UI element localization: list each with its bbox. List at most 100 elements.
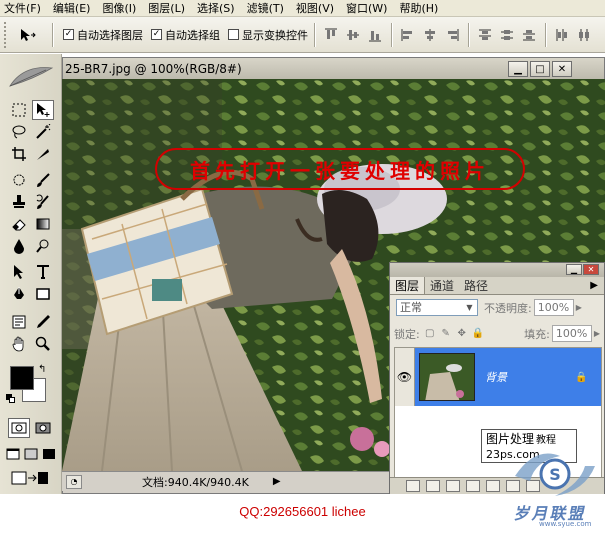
new-group-icon[interactable]: [486, 480, 500, 492]
full-screen-menu-mode-icon[interactable]: [22, 444, 40, 464]
svg-text:S: S: [549, 465, 561, 484]
pen-tool-icon[interactable]: [8, 284, 30, 304]
separator: [52, 22, 53, 47]
lock-image-icon[interactable]: ✎: [440, 328, 452, 340]
close-button[interactable]: ✕: [552, 61, 572, 77]
foreground-color-swatch-top: [10, 366, 34, 390]
crop-tool-icon[interactable]: [8, 144, 30, 164]
status-nav-icon[interactable]: ◔: [66, 474, 82, 489]
distribute-top-icon[interactable]: [475, 25, 495, 45]
maximize-button[interactable]: □: [530, 61, 550, 77]
auto-select-layer-checkbox[interactable]: ✓ 自动选择图层: [63, 27, 143, 43]
lock-transparent-icon[interactable]: ▢: [424, 328, 436, 340]
distribute-bottom-icon[interactable]: [519, 25, 539, 45]
healing-brush-tool-icon[interactable]: [8, 170, 30, 190]
lock-label: 锁定:: [394, 327, 420, 341]
menu-edit[interactable]: 编辑(E): [47, 0, 97, 16]
menu-bar: 文件(F) 编辑(E) 图像(I) 图层(L) 选择(S) 滤镜(T) 视图(V…: [0, 0, 605, 17]
minimize-button[interactable]: ▁: [508, 61, 528, 77]
lock-all-icon[interactable]: 🔒: [472, 328, 484, 340]
align-top-icon[interactable]: [321, 25, 341, 45]
palette-title-bar[interactable]: ▁ ✕: [390, 263, 604, 277]
align-bottom-icon[interactable]: [365, 25, 385, 45]
jump-to-imageready-icon[interactable]: [8, 468, 52, 488]
palette-close-button[interactable]: ✕: [583, 264, 599, 275]
chevron-down-icon: ▼: [466, 303, 473, 312]
blend-mode-value: 正常: [400, 301, 422, 314]
default-colors-icon[interactable]: [6, 394, 16, 404]
document-status-bar: ◔ 文档:940.4K/940.4K ▶: [62, 471, 392, 491]
align-vcenter-icon[interactable]: [343, 25, 363, 45]
menu-view[interactable]: 视图(V): [290, 0, 340, 16]
caption-text: QQ:292656601 lichee: [239, 504, 366, 519]
fill-arrow-icon[interactable]: ▶: [594, 329, 600, 338]
full-screen-mode-icon[interactable]: [40, 444, 58, 464]
menu-file[interactable]: 文件(F): [0, 0, 47, 16]
distribute-vcenter-icon[interactable]: [497, 25, 517, 45]
separator: [391, 22, 392, 47]
palette-menu-icon[interactable]: ▶: [590, 277, 598, 294]
tab-paths[interactable]: 路径: [459, 277, 493, 294]
layer-row[interactable]: 👁 背景 🔒: [395, 348, 601, 406]
eraser-tool-icon[interactable]: [8, 214, 30, 234]
swap-colors-icon[interactable]: ↰: [38, 364, 46, 375]
marquee-tool-icon[interactable]: [8, 100, 30, 120]
palette-minimize-button[interactable]: ▁: [566, 264, 582, 275]
gradient-tool-icon[interactable]: [32, 214, 54, 234]
auto-select-layer-label: 自动选择图层: [77, 28, 143, 42]
lock-position-icon[interactable]: ✥: [456, 328, 468, 340]
tab-layers[interactable]: 图层: [390, 277, 426, 294]
opacity-arrow-icon[interactable]: ▶: [576, 303, 582, 312]
document-title-bar[interactable]: 25-BR7.jpg @ 100%(RGB/8#) ▁ □ ✕: [63, 58, 604, 80]
palette-window-controls: ▁ ✕: [566, 264, 599, 275]
lasso-tool-icon[interactable]: [8, 122, 30, 142]
menu-image[interactable]: 图像(I): [96, 0, 142, 16]
opacity-field[interactable]: 100%: [533, 299, 574, 316]
blend-mode-select[interactable]: 正常 ▼: [396, 299, 478, 316]
lock-fill-row: 锁定: ▢ ✎ ✥ 🔒 填充: 100% ▶: [394, 325, 600, 342]
show-transform-checkbox[interactable]: 显示变换控件: [228, 27, 308, 43]
type-tool-icon[interactable]: [32, 262, 54, 282]
dodge-tool-icon[interactable]: [32, 236, 54, 256]
move-tool-preset-icon[interactable]: [10, 27, 46, 43]
move-tool-icon[interactable]: [32, 100, 54, 120]
document-title: 25-BR7.jpg @ 100%(RGB/8#): [65, 62, 242, 76]
menu-layer[interactable]: 图层(L): [142, 0, 191, 16]
adjustment-layer-icon[interactable]: [466, 480, 480, 492]
status-menu-arrow-icon[interactable]: ▶: [273, 476, 281, 487]
align-left-icon[interactable]: [398, 25, 418, 45]
standard-mode-icon[interactable]: [8, 418, 30, 438]
distribute-left-icon[interactable]: [552, 25, 572, 45]
hand-tool-icon[interactable]: [8, 334, 30, 354]
link-layers-icon[interactable]: [406, 480, 420, 492]
menu-help[interactable]: 帮助(H): [393, 0, 444, 16]
zoom-tool-icon[interactable]: [32, 334, 54, 354]
eye-visibility-icon[interactable]: 👁: [395, 348, 415, 406]
brush-tool-icon[interactable]: [32, 170, 54, 190]
path-selection-tool-icon[interactable]: [8, 262, 30, 282]
menu-filter[interactable]: 滤镜(T): [241, 0, 290, 16]
menu-window[interactable]: 窗口(W): [340, 0, 393, 16]
auto-select-group-checkbox[interactable]: ✓ 自动选择组: [151, 27, 220, 43]
menu-select[interactable]: 选择(S): [191, 0, 241, 16]
align-hcenter-icon[interactable]: [420, 25, 440, 45]
notes-tool-icon[interactable]: [8, 312, 30, 332]
clone-stamp-tool-icon[interactable]: [8, 192, 30, 212]
opacity-label: 不透明度:: [484, 301, 532, 315]
history-brush-tool-icon[interactable]: [32, 192, 54, 212]
layer-style-icon[interactable]: [426, 480, 440, 492]
rectangle-tool-icon[interactable]: [32, 284, 54, 304]
slice-tool-icon[interactable]: [32, 144, 54, 164]
standard-screen-mode-icon[interactable]: [4, 444, 22, 464]
eyedropper-tool-icon[interactable]: [32, 312, 54, 332]
magic-wand-tool-icon[interactable]: [32, 122, 54, 142]
tab-channels[interactable]: 通道: [425, 277, 459, 294]
layer-mask-icon[interactable]: [446, 480, 460, 492]
distribute-hcenter-icon[interactable]: [574, 25, 594, 45]
quick-mask-mode-icon[interactable]: [32, 418, 54, 438]
blur-tool-icon[interactable]: [8, 236, 30, 256]
callout-text: 首先打开一张要处理的照片: [190, 158, 490, 183]
instruction-callout: 首先打开一张要处理的照片: [155, 148, 525, 190]
fill-field[interactable]: 100%: [551, 325, 592, 342]
align-right-icon[interactable]: [442, 25, 462, 45]
